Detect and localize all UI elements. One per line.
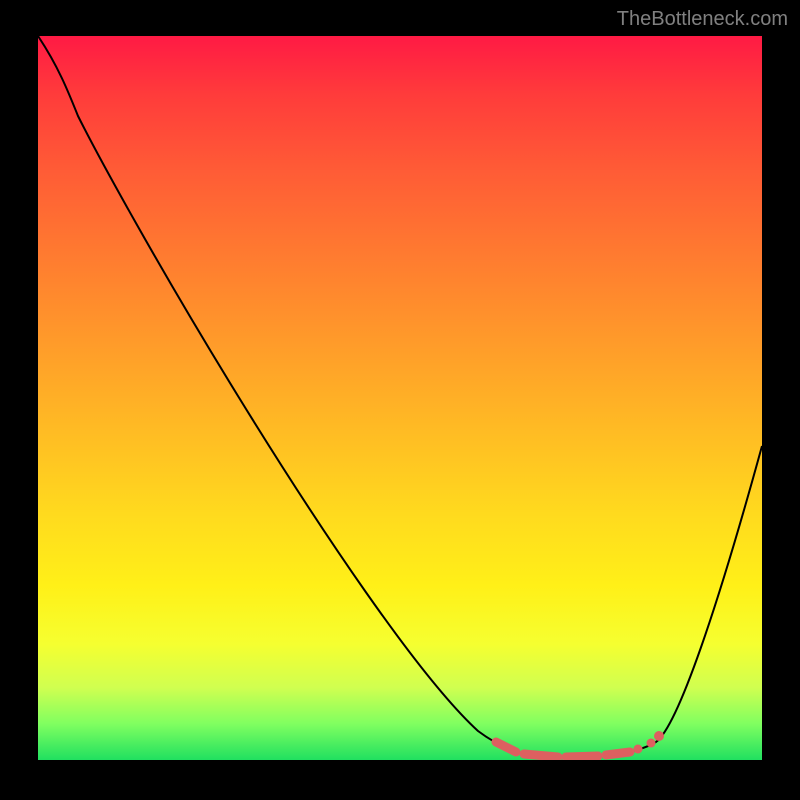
watermark-text: TheBottleneck.com: [617, 8, 788, 31]
plot-area: [38, 36, 762, 760]
chart-container: TheBottleneck.com: [0, 0, 800, 800]
bottleneck-curve: [38, 36, 762, 758]
highlighted-minimum: [496, 731, 664, 757]
bottleneck-curve-svg: [38, 36, 762, 760]
